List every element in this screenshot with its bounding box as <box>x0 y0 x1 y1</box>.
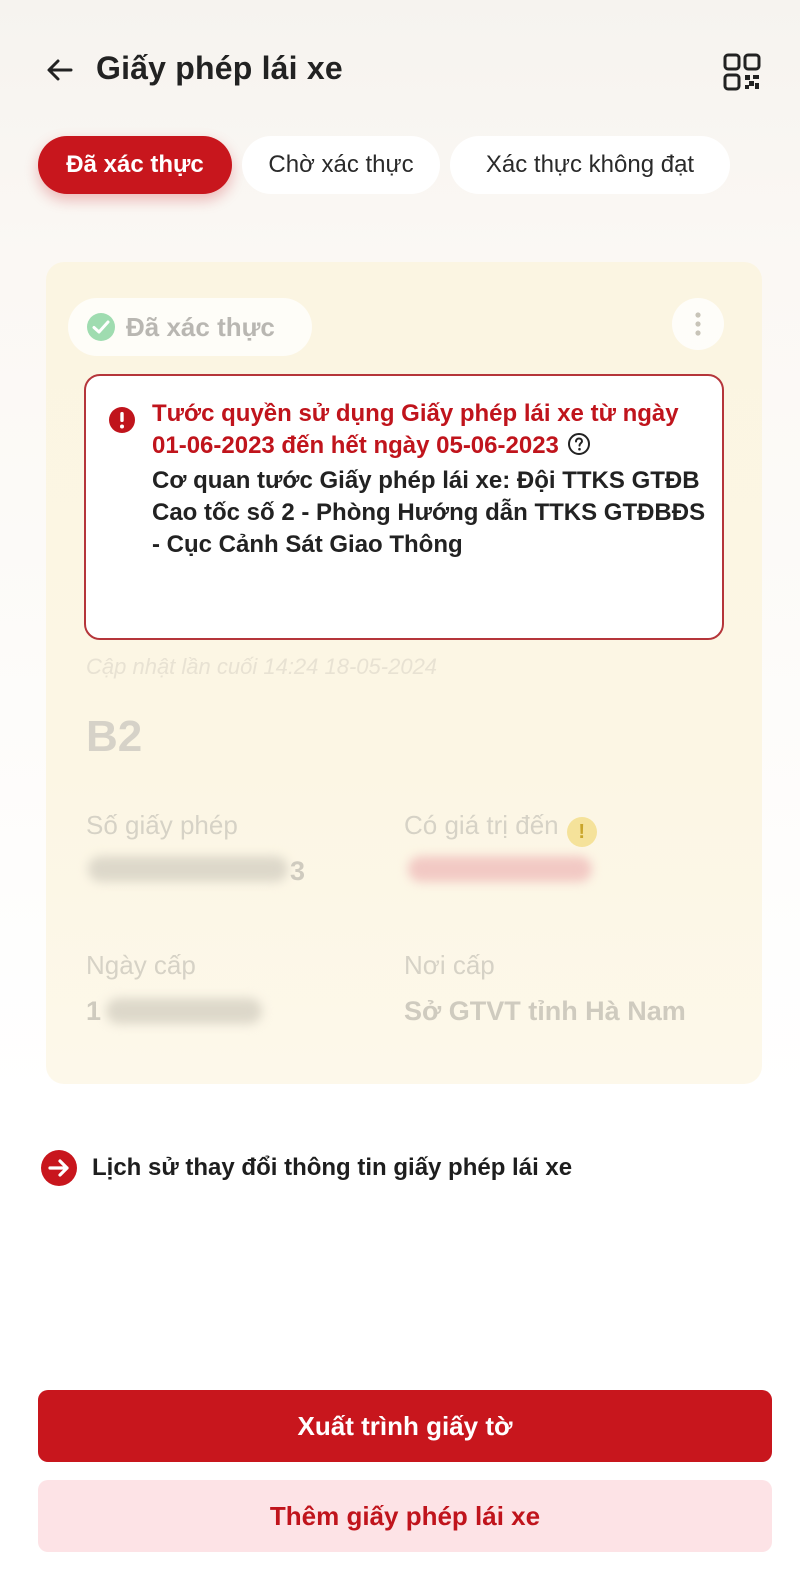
valid-until-label: Có giá trị đến! <box>404 810 597 847</box>
more-options-button[interactable] <box>672 298 724 350</box>
more-vertical-icon <box>695 312 701 336</box>
issuer-value: Sở GTVT tỉnh Hà Nam <box>404 996 686 1026</box>
issue-date-prefix: 1 <box>86 996 102 1026</box>
app-header: Giấy phép lái xe <box>0 0 800 140</box>
issue-date-label: Ngày cấp <box>86 950 196 980</box>
suspension-alert: Tước quyền sử dụng Giấy phép lái xe từ n… <box>84 374 724 640</box>
tab-pending[interactable]: Chờ xác thực <box>242 136 440 194</box>
last-updated: Cập nhật lần cuối 14:24 18-05-2024 <box>86 654 438 679</box>
license-number-label: Số giấy phép <box>86 810 238 840</box>
tab-verified[interactable]: Đã xác thực <box>38 136 232 194</box>
help-icon[interactable] <box>567 432 591 465</box>
license-class: B2 <box>86 712 143 761</box>
valid-until-redacted <box>408 856 592 882</box>
license-card: Đã xác thực Tước quyền sử dụng Giấy phép… <box>46 262 762 1084</box>
arrow-left-icon <box>47 59 73 81</box>
check-circle-icon <box>87 313 115 341</box>
issuer-label: Nơi cấp <box>404 950 495 980</box>
error-circle-icon <box>109 407 135 433</box>
status-badge: Đã xác thực <box>68 298 312 356</box>
tab-failed[interactable]: Xác thực không đạt <box>450 136 730 194</box>
license-number-suffix: 3 <box>290 856 306 886</box>
qr-code-icon <box>723 53 761 91</box>
alert-body: Cơ quan tước Giấy phép lái xe: Đội TTKS … <box>152 467 706 558</box>
alert-title: Tước quyền sử dụng Giấy phép lái xe từ n… <box>152 400 679 459</box>
present-document-button[interactable]: Xuất trình giấy tờ <box>38 1390 772 1462</box>
history-link-label: Lịch sử thay đổi thông tin giấy phép lái… <box>92 1154 573 1181</box>
issue-date-redacted <box>106 998 262 1024</box>
qr-button[interactable] <box>718 48 766 96</box>
warning-icon: ! <box>566 817 597 847</box>
arrow-right-circle-icon <box>41 1150 77 1186</box>
add-license-button[interactable]: Thêm giấy phép lái xe <box>38 1480 772 1552</box>
license-number-redacted <box>88 856 288 882</box>
page-title: Giấy phép lái xe <box>96 50 343 86</box>
status-label: Đã xác thực <box>126 311 275 342</box>
question-circle-icon <box>567 433 590 455</box>
back-button[interactable] <box>38 48 82 92</box>
history-link[interactable]: Lịch sử thay đổi thông tin giấy phép lái… <box>40 1148 572 1188</box>
